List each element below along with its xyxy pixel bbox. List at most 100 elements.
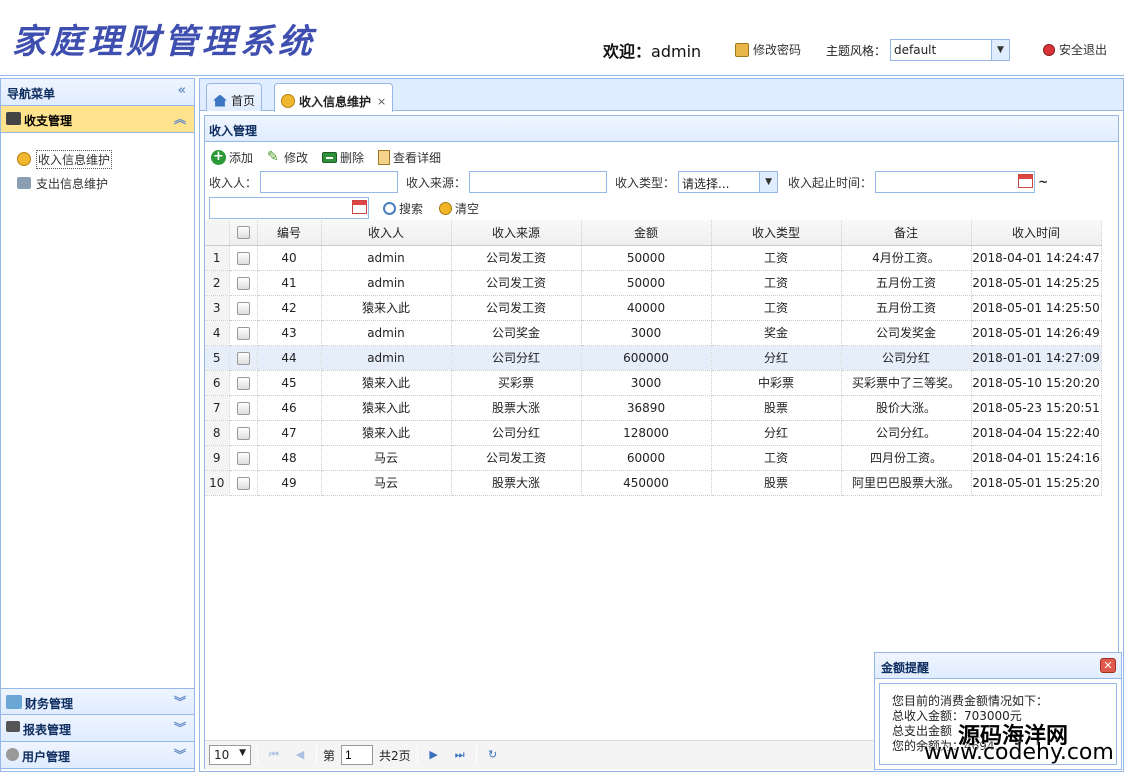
sidebar-item-income[interactable]: 收入信息维护 [17,147,194,171]
table-row[interactable]: 8 47 猿来入此 公司分红 128000 分红 公司分红。 2018-04-04 15:22… [205,420,1102,446]
cell-note: 公司分红。 [841,420,972,446]
cell-type: 中彩票 [711,370,842,396]
table-row[interactable]: 7 46 猿来入此 股票大涨 36890 股票 股价大涨。 2018-05-23 15:20:… [205,395,1102,421]
table-row[interactable]: 9 48 马云 公司发工资 60000 工资 四月份工资。 2018-04-01 15:24:… [205,445,1102,471]
cell-time: 2018-05-01 14:25:25 [971,270,1102,296]
tab-income-maintenance[interactable]: 收入信息维护 × [274,83,394,112]
cell-type: 分红 [711,420,842,446]
cell-time: 2018-05-10 15:20:20 [971,370,1102,396]
edit-button[interactable]: ✎ 修改 [267,149,308,166]
chevron-up-icon[interactable]: ︽ [174,110,186,127]
column-header[interactable]: 收入时间 [971,220,1102,246]
separator [416,745,418,765]
column-header[interactable]: 编号 [257,220,322,246]
calendar-icon[interactable] [1018,174,1034,188]
cell-time: 2018-05-01 14:25:50 [971,295,1102,321]
watermark-url: www.codehy.com [924,740,1114,765]
column-header[interactable]: 收入人 [321,220,452,246]
select-all-checkbox[interactable] [236,226,250,240]
row-checkbox[interactable] [236,351,250,365]
column-header[interactable]: 备注 [841,220,972,246]
payee-input[interactable] [260,171,399,193]
table-row[interactable]: 3 42 猿来入此 公司发工资 40000 工资 五月份工资 2018-05-01 14:25… [205,295,1102,321]
refresh-icon[interactable]: ↻ [483,745,503,765]
chevron-down-icon[interactable]: ︾ [174,746,186,763]
previous-page-icon[interactable]: ◀ [290,745,310,765]
last-page-icon[interactable]: ⏭ [450,745,470,765]
cell-type: 分红 [711,345,842,371]
chevron-down-icon[interactable]: ▼ [759,172,778,192]
row-checkbox[interactable] [236,451,250,465]
first-page-icon[interactable]: ⏮ [264,745,284,765]
table-row[interactable]: 1 40 admin 公司发工资 50000 工资 4月份工资。 2018-04-01 14:… [205,245,1102,271]
delete-button[interactable]: 删除 [322,149,364,166]
app-logo: 家庭理财管理系统 [12,22,316,62]
column-header[interactable]: 收入类型 [711,220,842,246]
table-row[interactable]: 10 49 马云 股票大涨 450000 股票 阿里巴巴股票大涨。 2018-05-01 15… [205,470,1102,496]
theme-select-value: default [894,43,937,57]
change-password-link[interactable]: 修改密码 [735,41,801,58]
table-row[interactable]: 4 43 admin 公司奖金 3000 奖金 公司发奖金 2018-05-01 14:26:… [205,320,1102,346]
sidebar-title: 导航菜单 « [1,79,194,106]
row-checkbox[interactable] [236,476,250,490]
add-button[interactable]: + 添加 [211,149,253,166]
page-size-select[interactable]: 10 ▼ [209,745,251,765]
sidebar-group-income-expense[interactable]: 收支管理 ︽ [1,106,194,133]
row-checkbox[interactable] [236,376,250,390]
chevron-down-icon[interactable]: ︾ [174,693,186,710]
income-type-value: 请选择... [682,177,730,191]
toolbar: + 添加 ✎ 修改 删除 查看详细 [205,145,1118,169]
minus-icon [322,151,338,163]
view-detail-button[interactable]: 查看详细 [378,149,441,166]
row-number: 7 [205,395,230,421]
sidebar-item-expense[interactable]: 支出信息维护 [17,171,194,195]
tab-home[interactable]: 首页 [206,83,263,111]
close-icon[interactable]: × [377,95,386,108]
cell-source: 公司奖金 [451,320,582,346]
row-checkbox[interactable] [236,301,250,315]
search-button-label: 搜索 [399,201,424,216]
search-button[interactable]: 搜索 [383,200,423,217]
collapse-left-icon[interactable]: « [178,83,186,98]
cell-amount: 36890 [581,395,712,421]
chevron-down-icon[interactable]: ▼ [991,40,1009,60]
page-number-input[interactable] [341,745,374,765]
sidebar-group-users[interactable]: 用户管理 ︾ [1,742,194,769]
next-page-icon[interactable]: ▶ [424,745,444,765]
chevron-down-icon[interactable]: ︾ [174,719,186,736]
end-date-field[interactable] [209,197,369,219]
row-checkbox[interactable] [236,276,250,290]
start-date-field[interactable] [875,171,1036,193]
sidebar-item-label: 支出信息维护 [36,176,109,191]
cell-note: 买彩票中了三等奖。 [841,370,972,396]
sidebar-group-finance[interactable]: 财务管理 ︾ [1,688,194,715]
range-tilde: ~ [1038,175,1049,189]
sidebar-group-reports[interactable]: 报表管理 ︾ [1,715,194,742]
row-checkbox-cell [229,270,258,296]
clear-button[interactable]: 清空 [439,200,479,217]
source-input[interactable] [469,171,608,193]
cell-time: 2018-04-01 15:24:16 [971,445,1102,471]
cell-amount: 450000 [581,470,712,496]
theme-select[interactable]: default ▼ [890,39,1010,61]
calendar-icon[interactable] [352,200,367,214]
income-type-select[interactable]: 请选择... ▼ [678,171,779,193]
row-checkbox[interactable] [236,401,250,415]
close-icon[interactable]: ✕ [1100,658,1116,673]
logout-link[interactable]: 安全退出 [1043,41,1107,58]
end-date-input[interactable] [209,197,369,219]
row-checkbox-cell [229,420,258,446]
row-checkbox[interactable] [236,251,250,265]
cell-person: 猿来入此 [321,370,452,396]
table-row[interactable]: 2 41 admin 公司发工资 50000 工资 五月份工资 2018-05-01 14:2… [205,270,1102,296]
row-checkbox[interactable] [236,326,250,340]
cell-id: 48 [257,445,322,471]
row-checkbox[interactable] [236,426,250,440]
table-row[interactable]: 6 45 猿来入此 买彩票 3000 中彩票 买彩票中了三等奖。 2018-05-10 15:… [205,370,1102,396]
cell-amount: 60000 [581,445,712,471]
table-row[interactable]: 5 44 admin 公司分红 600000 分红 公司分红 2018-01-01 14:27… [205,345,1102,371]
column-header[interactable]: 收入来源 [451,220,582,246]
column-header[interactable]: 金额 [581,220,712,246]
key-icon [735,42,749,57]
start-date-input[interactable] [875,171,1036,193]
